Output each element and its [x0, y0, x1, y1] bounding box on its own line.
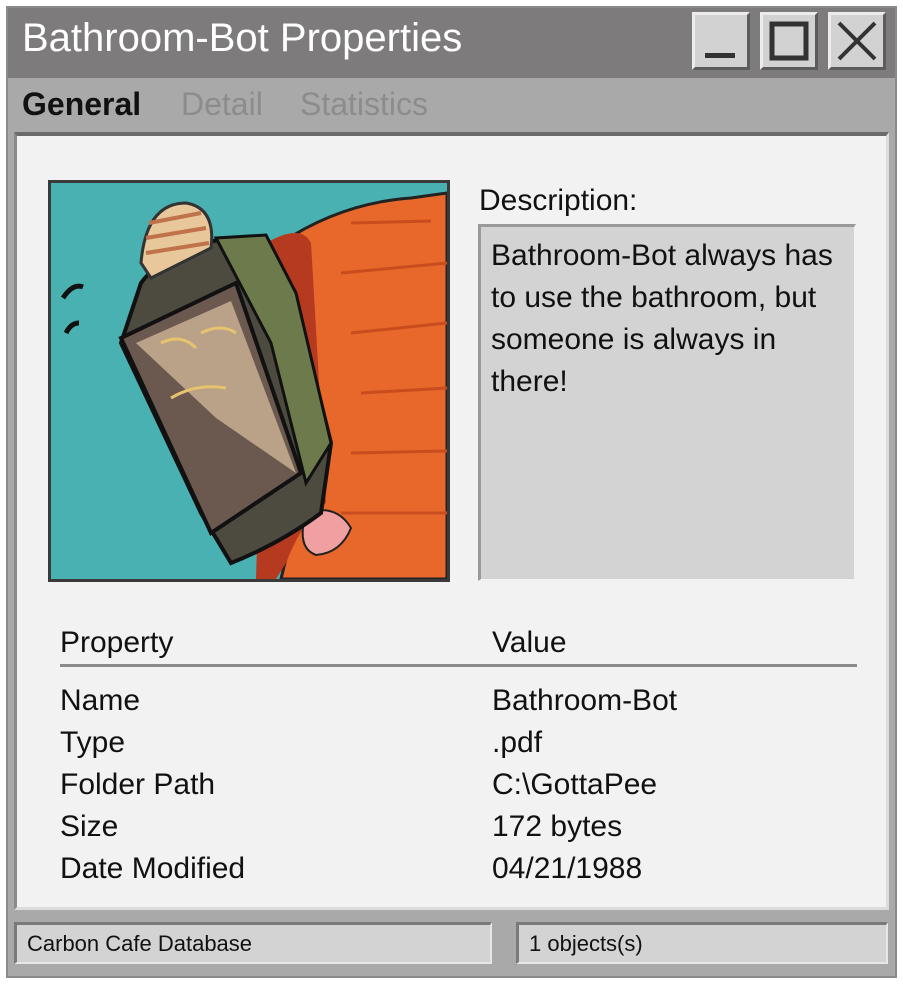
tab-statistics[interactable]: Statistics [300, 86, 428, 123]
property-value: 04/21/1988 [492, 852, 643, 885]
close-icon [837, 21, 877, 61]
maximize-icon [769, 21, 809, 61]
property-key: Date Modified [60, 852, 246, 885]
general-panel: Description: Bathroom-Bot always has to … [14, 132, 889, 910]
property-key: Name [60, 684, 141, 717]
minimize-button[interactable] [692, 12, 750, 70]
maximize-button[interactable] [760, 12, 818, 70]
bathroom-bot-illustration [51, 183, 447, 579]
character-portrait [48, 180, 450, 582]
title-bar[interactable]: Bathroom-Bot Properties [8, 8, 895, 78]
status-bar-count: 1 objects(s) [516, 922, 888, 964]
property-row-size: Size 172 bytes [17, 810, 877, 852]
property-key: Folder Path [60, 768, 216, 801]
description-textbox[interactable]: Bathroom-Bot always has to use the bathr… [478, 224, 856, 581]
description-label: Description: [479, 184, 638, 217]
property-key: Size [60, 810, 119, 843]
property-value: .pdf [492, 726, 543, 759]
tab-detail[interactable]: Detail [181, 86, 263, 123]
minimize-icon [705, 53, 735, 58]
property-value: Bathroom-Bot [492, 684, 678, 717]
window-title: Bathroom-Bot Properties [22, 16, 463, 60]
property-value: 172 bytes [492, 810, 623, 843]
property-value: C:\GottaPee [492, 768, 658, 801]
property-column-header: Property [60, 626, 174, 659]
value-column-header: Value [492, 626, 567, 659]
property-row-date-modified: Date Modified 04/21/1988 [17, 852, 877, 894]
property-row-type: Type .pdf [17, 726, 877, 768]
header-divider [60, 664, 857, 667]
property-key: Type [60, 726, 126, 759]
property-row-name: Name Bathroom-Bot [17, 684, 877, 726]
tab-general[interactable]: General [22, 86, 141, 123]
close-button[interactable] [828, 12, 886, 70]
properties-window: Bathroom-Bot Properties General Detail S… [6, 6, 897, 978]
status-bar-source: Carbon Cafe Database [14, 922, 492, 964]
property-row-folder-path: Folder Path C:\GottaPee [17, 768, 877, 810]
